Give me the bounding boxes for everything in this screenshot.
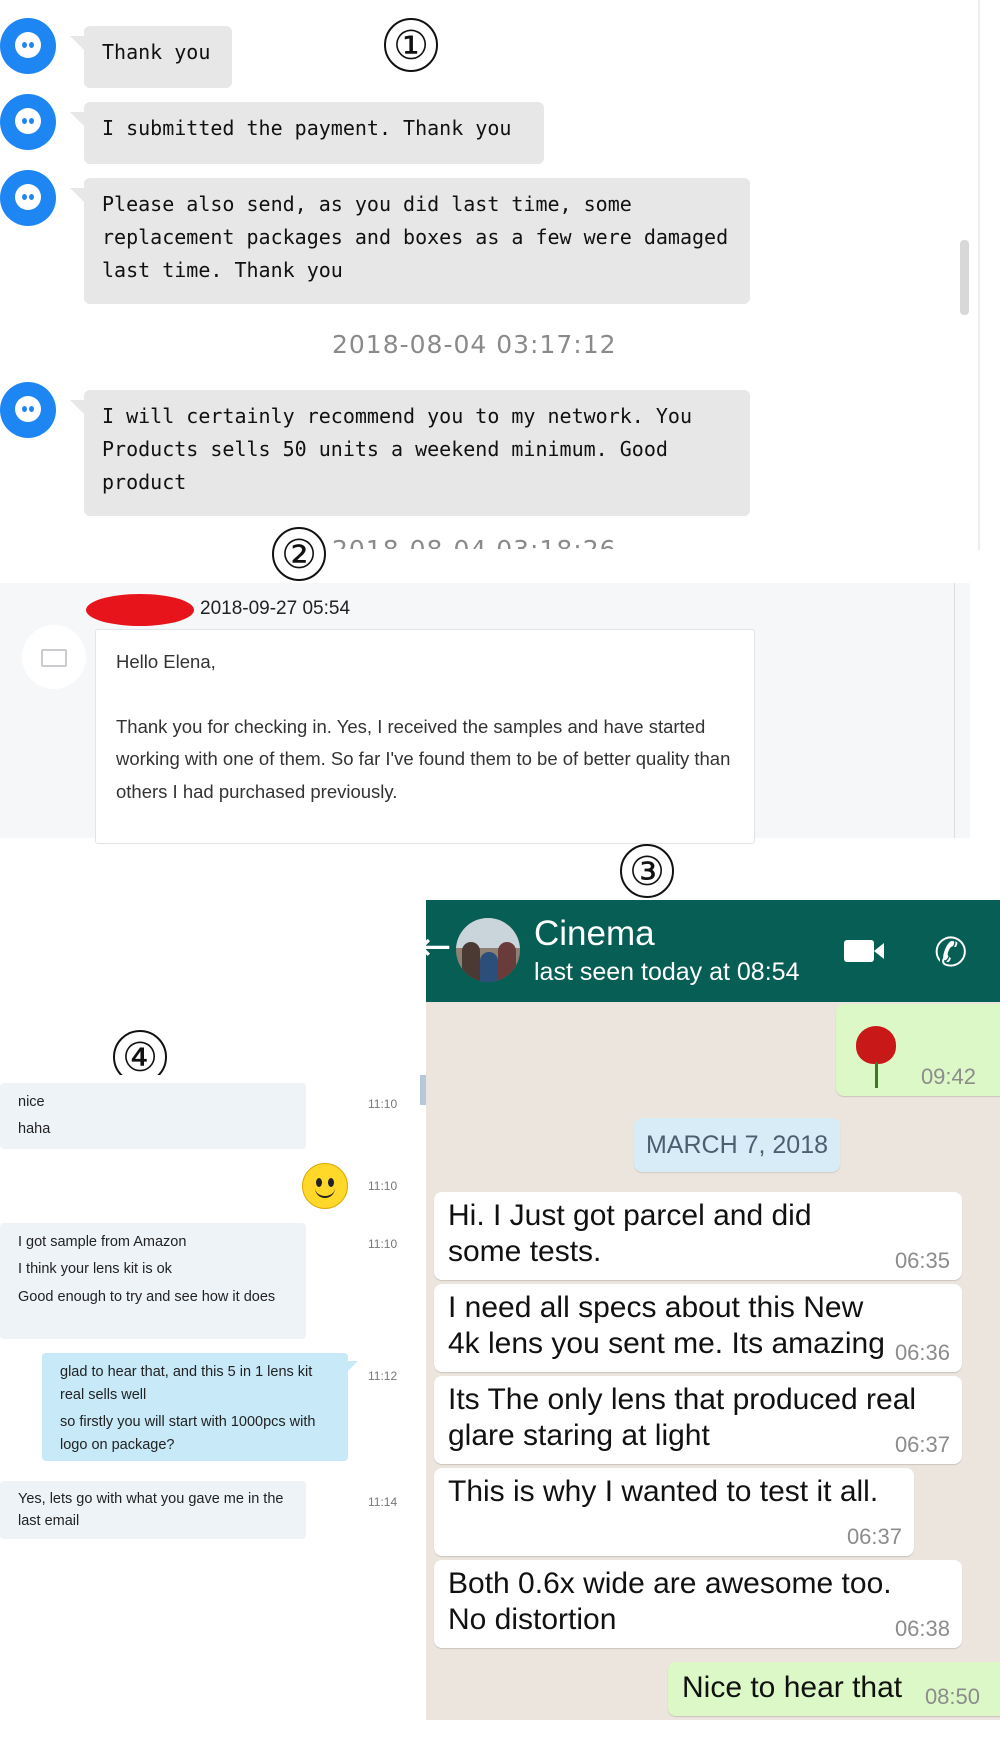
user-avatar-icon[interactable] xyxy=(0,94,56,150)
incoming-message: Its The only lens that produced real gla… xyxy=(434,1376,962,1464)
message-time: 06:37 xyxy=(846,1524,902,1549)
incoming-message: I got sample from Amazon I think your le… xyxy=(0,1223,306,1339)
back-arrow-icon[interactable]: ← xyxy=(426,924,452,970)
incoming-message: nice haha xyxy=(0,1083,306,1149)
message-line: glad to hear that, and this 5 in 1 lens … xyxy=(60,1364,313,1403)
message-time: 11:14 xyxy=(368,1495,398,1509)
incoming-message: Both 0.6x wide are awesome too. No disto… xyxy=(434,1560,962,1648)
panel-divider xyxy=(954,583,955,838)
message-time: 11:10 xyxy=(368,1097,398,1111)
date-chip: MARCH 7, 2018 xyxy=(634,1118,840,1172)
cut-timestamp-clip: 2018-08-04 03:18:26 xyxy=(320,535,620,549)
message-bubble: I will certainly recommend you to my net… xyxy=(70,390,750,516)
marker-2: ② xyxy=(272,527,326,581)
message-bubble: Thank you xyxy=(70,26,232,88)
user-avatar-icon[interactable] xyxy=(0,18,56,74)
message-text: Hi. I Just got parcel and did some tests… xyxy=(448,1199,812,1268)
message-line: Yes, lets go with what you gave me in th… xyxy=(18,1491,284,1529)
email-greeting: Hello Elena, xyxy=(116,651,216,672)
outgoing-message: Nice to hear that 08:50 xyxy=(668,1662,1000,1716)
message-line: haha xyxy=(18,1120,51,1137)
skype-chat: nice haha 11:10 11:10 I got sample from … xyxy=(0,1075,426,1555)
scrollbar-thumb[interactable] xyxy=(420,1075,426,1105)
email-text: Thank you for checking in. Yes, I receiv… xyxy=(116,715,731,802)
whatsapp-chat: ← Cinema last seen today at 08:54 ✆ 09:4… xyxy=(426,900,1000,1720)
outgoing-message: glad to hear that, and this 5 in 1 lens … xyxy=(42,1353,358,1461)
rose-icon xyxy=(856,1026,896,1088)
message-text: Nice to hear that xyxy=(682,1671,903,1704)
chat-timestamp-cut: 2018-08-04 03:18:26 xyxy=(332,535,617,549)
video-call-icon[interactable] xyxy=(844,940,884,962)
panel-divider xyxy=(978,0,980,550)
incoming-message: This is why I wanted to test it all. 06:… xyxy=(434,1468,914,1556)
message-text: I will certainly recommend you to my net… xyxy=(102,404,693,494)
contact-avatar[interactable] xyxy=(456,918,520,982)
email-body-card: Hello Elena, Thank you for checking in. … xyxy=(95,629,755,844)
incoming-message: I need all specs about this New 4k lens … xyxy=(434,1284,962,1372)
message-time: 06:38 xyxy=(894,1616,950,1641)
message-bubble: I submitted the payment. Thank you xyxy=(70,102,544,164)
message-line: Good enough to try and see how it does xyxy=(18,1289,276,1305)
user-avatar-icon[interactable] xyxy=(0,382,56,438)
message-time: 11:10 xyxy=(368,1179,398,1193)
marker-1: ① xyxy=(384,18,438,72)
incoming-message: Yes, lets go with what you gave me in th… xyxy=(0,1481,306,1539)
message-text: Thank you xyxy=(102,40,211,64)
message-text: Its The only lens that produced real gla… xyxy=(448,1383,917,1452)
message-time: 08:50 xyxy=(924,1684,980,1709)
user-avatar-icon[interactable] xyxy=(0,170,56,226)
last-seen-status: last seen today at 08:54 xyxy=(534,958,800,986)
message-line: so firstly you will start with 1000pcs w… xyxy=(60,1414,316,1453)
redacted-name xyxy=(86,594,194,626)
message-text: I need all specs about this New 4k lens … xyxy=(448,1291,885,1360)
chat-panel-1: Thank you I submitted the payment. Thank… xyxy=(0,0,980,550)
incoming-message: Hi. I Just got parcel and did some tests… xyxy=(434,1192,962,1280)
chat-header: ← Cinema last seen today at 08:54 ✆ xyxy=(426,900,1000,1002)
scrollbar-thumb[interactable] xyxy=(960,240,969,315)
sticker-message: 09:42 xyxy=(836,1004,1000,1096)
message-line: I got sample from Amazon xyxy=(18,1234,187,1250)
message-time: 06:36 xyxy=(894,1340,950,1365)
message-time: 06:37 xyxy=(894,1432,950,1457)
message-time: 09:42 xyxy=(920,1064,976,1089)
message-time: 11:10 xyxy=(368,1237,398,1251)
sender-avatar-icon xyxy=(22,625,86,689)
email-date: 2018-09-27 05:54 xyxy=(200,598,351,619)
message-text: I submitted the payment. Thank you xyxy=(102,116,512,140)
email-panel: 2018-09-27 05:54 Hello Elena, Thank you … xyxy=(0,583,970,844)
phone-call-icon[interactable]: ✆ xyxy=(934,930,968,976)
message-text: This is why I wanted to test it all. xyxy=(448,1475,879,1508)
contact-name[interactable]: Cinema xyxy=(534,914,655,954)
message-bubble: Please also send, as you did last time, … xyxy=(70,178,750,304)
message-text: Both 0.6x wide are awesome too. No disto… xyxy=(448,1567,892,1636)
marker-3: ③ xyxy=(620,844,674,898)
message-text: Please also send, as you did last time, … xyxy=(102,192,729,282)
message-line: nice xyxy=(18,1094,45,1110)
message-time: 11:12 xyxy=(368,1369,398,1383)
message-line: I think your lens kit is ok xyxy=(18,1260,172,1277)
message-time: 06:35 xyxy=(894,1248,950,1273)
smile-emoticon-icon xyxy=(302,1163,348,1209)
chat-timestamp: 2018-08-04 03:17:12 xyxy=(332,330,617,359)
